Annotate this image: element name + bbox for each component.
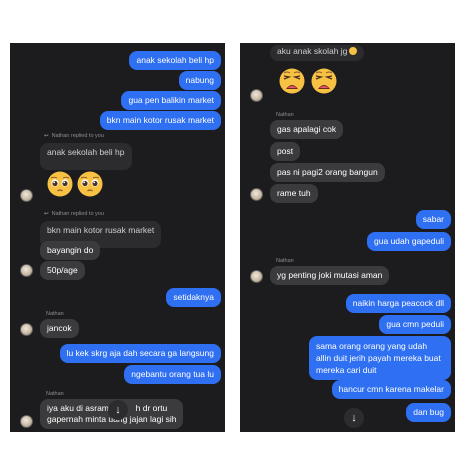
reply-indicator: ↩ Nathan replied to you bbox=[44, 133, 104, 139]
message-bubble-outgoing[interactable]: lu kek skrg aja dah secara ga langsung bbox=[59, 344, 221, 363]
weary-face-emoji bbox=[279, 68, 305, 94]
scroll-to-bottom-button[interactable]: ↓ bbox=[108, 400, 128, 420]
message-bubble-outgoing-faded[interactable]: aku anak skolah jg bbox=[270, 45, 365, 61]
weary-face-emoji bbox=[311, 68, 337, 94]
message-bubble-outgoing[interactable]: sabar bbox=[415, 210, 451, 229]
chat-thread-right: aku anak skolah jg Nathan gas apalagi co… bbox=[240, 43, 455, 432]
message-bubble-outgoing[interactable]: ngebantu orang tua lu bbox=[124, 365, 221, 384]
message-bubble-outgoing[interactable]: dan bug bbox=[406, 403, 451, 422]
message-bubble-incoming[interactable]: post bbox=[270, 142, 301, 161]
message-bubble-incoming[interactable]: rame tuh bbox=[270, 184, 318, 203]
message-bubble-incoming[interactable]: 50p/age bbox=[40, 261, 85, 280]
message-bubble-incoming[interactable]: jancok bbox=[40, 319, 79, 338]
avatar[interactable] bbox=[250, 270, 263, 283]
reply-arrow-icon: ↩ bbox=[44, 211, 49, 217]
message-bubble-outgoing[interactable]: anak sekolah beli hp bbox=[129, 51, 221, 70]
message-bubble-outgoing[interactable]: gua udah gapeduli bbox=[367, 232, 451, 251]
message-bubble-outgoing[interactable]: gua cmn peduli bbox=[379, 315, 451, 334]
sender-name: Nathan bbox=[276, 112, 294, 118]
message-bubble-outgoing[interactable]: hancur cmn karena makelar bbox=[331, 380, 451, 399]
avatar[interactable] bbox=[20, 323, 33, 336]
message-bubble-incoming[interactable]: pas ni pagi2 orang bangun bbox=[270, 163, 385, 182]
sender-name: Nathan bbox=[46, 311, 64, 317]
avatar[interactable] bbox=[20, 415, 33, 428]
scroll-to-bottom-button[interactable]: ↓ bbox=[344, 408, 364, 428]
chat-thread-left: anak sekolah beli hp nabung gua pen bali… bbox=[10, 43, 225, 432]
message-bubble-incoming[interactable]: bayangin do bbox=[40, 241, 101, 260]
avatar[interactable] bbox=[20, 189, 33, 202]
avatar[interactable] bbox=[250, 188, 263, 201]
message-bubble-outgoing[interactable]: setidaknya bbox=[166, 288, 221, 307]
quoted-message[interactable]: anak sekolah beli hp bbox=[40, 143, 132, 170]
message-bubble-outgoing[interactable]: sama orang orang yang udah allin duit je… bbox=[309, 336, 451, 380]
message-bubble-outgoing[interactable]: bkn main kotor rusak market bbox=[99, 111, 221, 130]
message-bubble-outgoing[interactable]: nabung bbox=[178, 71, 221, 90]
pleading-face-icon bbox=[349, 47, 358, 55]
avatar[interactable] bbox=[250, 89, 263, 102]
message-bubble-outgoing[interactable]: naikin harga peacock dll bbox=[345, 294, 451, 313]
reply-arrow-icon: ↩ bbox=[44, 133, 49, 139]
message-bubble-outgoing[interactable]: gua pen balikin market bbox=[121, 91, 221, 110]
message-bubble-incoming[interactable]: gas apalagi cok bbox=[270, 120, 344, 139]
pleading-face-emoji bbox=[77, 171, 103, 197]
avatar[interactable] bbox=[20, 264, 33, 277]
reply-indicator: ↩ Nathan replied to you bbox=[44, 211, 104, 217]
sender-name: Nathan bbox=[276, 258, 294, 264]
pleading-face-emoji bbox=[47, 171, 73, 197]
message-bubble-incoming[interactable]: yg penting joki mutasi aman bbox=[270, 266, 390, 285]
sender-name: Nathan bbox=[46, 391, 64, 397]
